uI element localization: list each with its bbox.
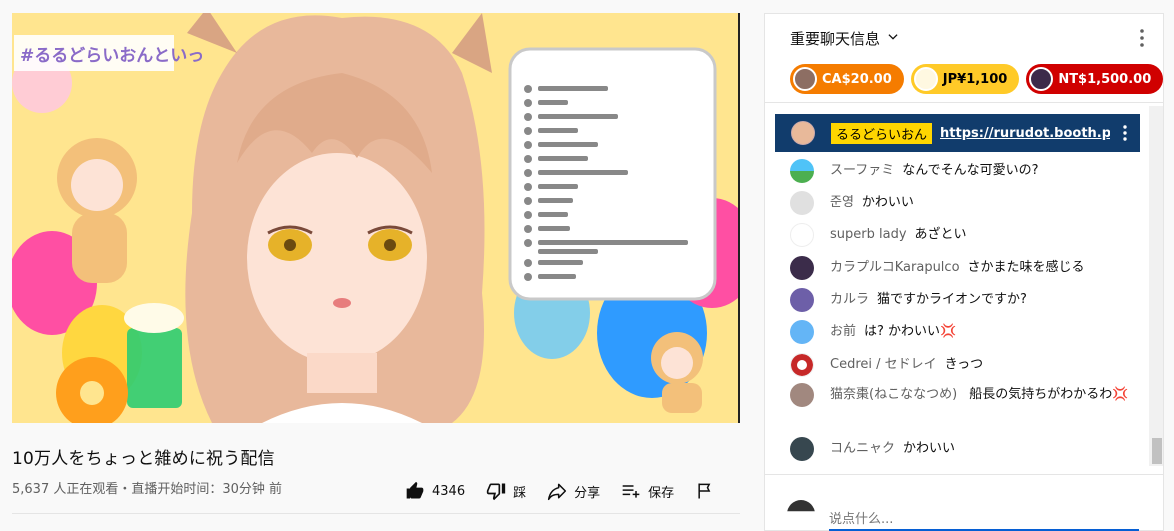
save-label: 保存 bbox=[648, 485, 675, 501]
author-name: Cedrei / セドレイ bbox=[830, 357, 937, 372]
chat-mode-title[interactable]: 重要聊天信息 bbox=[790, 28, 880, 49]
author-name: お前 bbox=[830, 324, 857, 339]
ticker-amount: CA$20.00 bbox=[822, 71, 892, 87]
message-text: きっつ bbox=[944, 357, 984, 372]
message-text: 猫ですかライオンですか? bbox=[877, 292, 1027, 307]
author-name: superb lady bbox=[830, 227, 907, 242]
chat-scrollbar[interactable] bbox=[1149, 106, 1163, 466]
avatar bbox=[791, 121, 815, 145]
message-body: 猫奈棗(ねこななつめ) 船長の気持ちがわかるわ💢 bbox=[830, 386, 1130, 404]
message-text: あざとい bbox=[914, 227, 967, 242]
avatar bbox=[790, 383, 814, 407]
chat-message[interactable]: Cedrei / セドレイ きっつ bbox=[790, 353, 984, 377]
like-button[interactable]: 4346 bbox=[404, 480, 465, 502]
avatar bbox=[793, 67, 817, 91]
youtube-live-page: #るるどらいおんといっ 10万人をちょっと雑めに祝う配信 5,637 人正在观看… bbox=[0, 0, 1174, 531]
ticker-amount: JP¥1,100 bbox=[942, 71, 1008, 87]
live-chat-panel: 重要聊天信息 CA$20.00 JP¥1,100 NT$1,500.00 るるど… bbox=[764, 13, 1164, 531]
avatar bbox=[790, 437, 814, 461]
message-text: 船長の気持ちがわかるわ💢 bbox=[969, 387, 1129, 402]
dislike-button[interactable]: 踩 bbox=[485, 480, 526, 502]
thumbs-down-icon bbox=[485, 480, 507, 502]
video-player[interactable]: #るるどらいおんといっ bbox=[12, 13, 740, 423]
chat-message[interactable]: 준영 かわいい bbox=[790, 191, 914, 215]
chat-message[interactable]: コんニャク かわいい bbox=[790, 437, 956, 461]
author-name: 猫奈棗(ねこななつめ) bbox=[830, 387, 958, 402]
chat-message[interactable]: 猫奈棗(ねこななつめ) 船長の気持ちがわかるわ💢 bbox=[790, 383, 1130, 407]
dislike-label: 踩 bbox=[513, 485, 527, 501]
avatar bbox=[790, 288, 814, 312]
share-icon bbox=[546, 480, 568, 502]
like-count: 4346 bbox=[432, 483, 466, 499]
chat-message[interactable]: カラプルコKarapulco さかまた味を感じる bbox=[790, 256, 1085, 280]
scrollbar-thumb[interactable] bbox=[1152, 438, 1162, 464]
share-button[interactable]: 分享 bbox=[546, 480, 600, 502]
playlist-add-icon bbox=[620, 480, 642, 502]
video-frame: #るるどらいおんといっ bbox=[12, 13, 738, 423]
avatar bbox=[787, 500, 815, 512]
share-label: 分享 bbox=[574, 485, 601, 501]
chat-header: 重要聊天信息 bbox=[765, 14, 1163, 62]
pinned-message[interactable]: るるどらいおん https://rurudot.booth.pm/i... bbox=[775, 114, 1140, 152]
avatar bbox=[790, 191, 814, 215]
divider bbox=[12, 513, 740, 514]
author-name: コんニャク bbox=[830, 441, 896, 456]
chat-input-area bbox=[765, 474, 1163, 531]
ticker-amount: NT$1,500.00 bbox=[1058, 71, 1152, 87]
divider bbox=[765, 102, 1163, 103]
flag-icon bbox=[694, 480, 716, 502]
chat-message[interactable]: カルラ 猫ですかライオンですか? bbox=[790, 288, 1027, 312]
save-button[interactable]: 保存 bbox=[620, 480, 674, 502]
message-text: かわいい bbox=[861, 195, 914, 210]
author-name: 준영 bbox=[830, 195, 854, 210]
superchat-ticker[interactable]: NT$1,500.00 bbox=[1026, 64, 1164, 94]
superchat-ticker[interactable]: CA$20.00 bbox=[790, 64, 904, 94]
avatar bbox=[790, 256, 814, 280]
superchat-ticker[interactable]: JP¥1,100 bbox=[910, 64, 1020, 94]
chat-message[interactable]: お前 は? かわいい💢 bbox=[790, 320, 957, 344]
avatar bbox=[1029, 67, 1054, 91]
more-vert-icon[interactable] bbox=[1139, 28, 1145, 52]
chat-message[interactable]: スーファミ なんでそんな可愛いの? bbox=[790, 159, 1039, 183]
thumbs-up-icon bbox=[404, 480, 426, 502]
avatar bbox=[790, 159, 814, 183]
author-name: カルラ bbox=[830, 292, 870, 307]
author-name: カラプルコKarapulco bbox=[830, 260, 960, 275]
chat-input[interactable] bbox=[829, 509, 1139, 531]
pinned-author: るるどらいおん bbox=[831, 122, 933, 144]
avatar bbox=[790, 353, 814, 377]
avatar bbox=[790, 320, 814, 344]
avatar bbox=[913, 67, 938, 91]
chevron-down-icon[interactable] bbox=[886, 29, 900, 48]
message-text: かわいい bbox=[903, 441, 956, 456]
avatar bbox=[790, 223, 814, 247]
overlay-hashtag-text: #るるどらいおんといっ bbox=[20, 46, 204, 66]
report-button[interactable] bbox=[694, 480, 716, 502]
superchat-tickers: CA$20.00 JP¥1,100 NT$1,500.00 bbox=[790, 64, 1164, 94]
author-name: スーファミ bbox=[830, 163, 895, 178]
message-text: なんでそんな可愛いの? bbox=[902, 163, 1039, 178]
video-meta: 5,637 人正在观看・直播开始时间：30分钟 前 bbox=[12, 482, 283, 497]
message-text: は? かわいい💢 bbox=[864, 324, 957, 339]
video-actions: 4346 踩 分享 保存 bbox=[404, 478, 736, 504]
pinned-link[interactable]: https://rurudot.booth.pm/i... bbox=[940, 126, 1110, 141]
video-title: 10万人をちょっと雑めに祝う配信 bbox=[12, 449, 275, 469]
message-text: さかまた味を感じる bbox=[967, 260, 1085, 275]
chat-message[interactable]: superb lady あざとい bbox=[790, 223, 967, 247]
more-vert-icon[interactable] bbox=[1122, 124, 1128, 146]
